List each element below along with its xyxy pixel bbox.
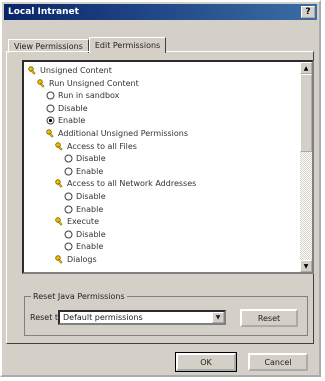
help-button[interactable]: ? [301,6,315,18]
tree-item-label: Enable [76,204,104,214]
tree-item[interactable]: Disable [46,103,88,114]
key-icon [37,78,46,88]
radio-icon [64,230,73,239]
tree-item[interactable]: Enable [64,166,103,177]
tree-item[interactable]: Access to all Network Addresses [55,178,196,189]
tree-item[interactable]: Additional Unsigned Permissions [46,128,188,139]
tree-item-label: Run Unsigned Content [49,78,139,88]
permissions-tree[interactable]: ▲ ▼ Unsigned Content Run Unsigned Content… [22,60,314,274]
tree-item-label: Disable [76,229,106,239]
tree-item-label: Enable [58,116,86,126]
tree-item-label: Disable [76,192,106,201]
title-bar: Local Intranet ? [4,4,317,20]
tree-item-label: Execute [67,217,99,227]
tree-item[interactable]: Enable [46,115,85,126]
vertical-scrollbar[interactable]: ▲ ▼ [300,62,312,272]
tree-item-label: Unsigned Content [40,66,112,75]
key-icon [55,255,64,264]
key-icon [55,217,64,226]
tree-item[interactable]: Enable [64,241,103,252]
key-icon [55,179,64,189]
tree-item[interactable]: Run in sandbox [46,90,119,101]
radio-icon [64,192,73,201]
radio-icon [46,91,55,100]
tree-item-label: Access to all Network Addresses [67,179,197,189]
reset-to-value: Default permissions [63,313,143,322]
cancel-button[interactable]: Cancel [248,353,308,371]
reset-to-select[interactable]: Default permissions ▼ [58,310,226,325]
tree-item[interactable]: Access to all Files [55,141,137,152]
tree-item[interactable]: Disable [64,191,106,202]
radio-icon [64,242,73,251]
key-icon [46,129,55,138]
tree-item[interactable]: Disable [64,153,106,164]
scroll-down-button[interactable]: ▼ [300,260,312,272]
tree-item[interactable]: Disable [64,229,106,240]
reset-group-legend: Reset Java Permissions [33,292,125,301]
radio-icon [64,205,73,214]
tree-item-label: Enable [76,242,104,252]
tree-item[interactable]: Unsigned Content [28,65,112,76]
tree-item-label: Run in sandbox [58,91,120,101]
radio-selected-icon [46,116,55,125]
radio-icon [46,104,55,113]
reset-button[interactable]: Reset [240,309,298,327]
tab-edit-permissions[interactable]: Edit Permissions [88,37,167,53]
tree-item-label: Additional Unsigned Permissions [58,129,189,138]
scroll-thumb[interactable] [300,74,312,152]
ok-button[interactable]: OK [175,352,237,372]
tree-item[interactable]: Execute [55,216,99,227]
radio-icon [64,167,73,176]
tree-item-label: Access to all Files [67,141,137,151]
radio-icon [64,154,73,163]
window-title: Local Intranet [8,7,79,17]
tree-item-label: Disable [58,103,88,113]
chevron-down-icon[interactable]: ▼ [212,312,224,323]
tree-item-label: Dialogs [67,255,97,264]
tree-item-label: Disable [76,154,106,164]
key-icon [55,141,64,151]
tree-item[interactable]: Dialogs [55,254,97,265]
tab-strip: View Permissions Edit Permissions [8,37,167,53]
tree-item[interactable]: Enable [64,204,103,215]
tree-item-label: Enable [76,166,104,176]
tree-item[interactable]: Run Unsigned Content [37,78,139,89]
scroll-up-button[interactable]: ▲ [300,62,312,74]
key-icon [28,66,37,75]
